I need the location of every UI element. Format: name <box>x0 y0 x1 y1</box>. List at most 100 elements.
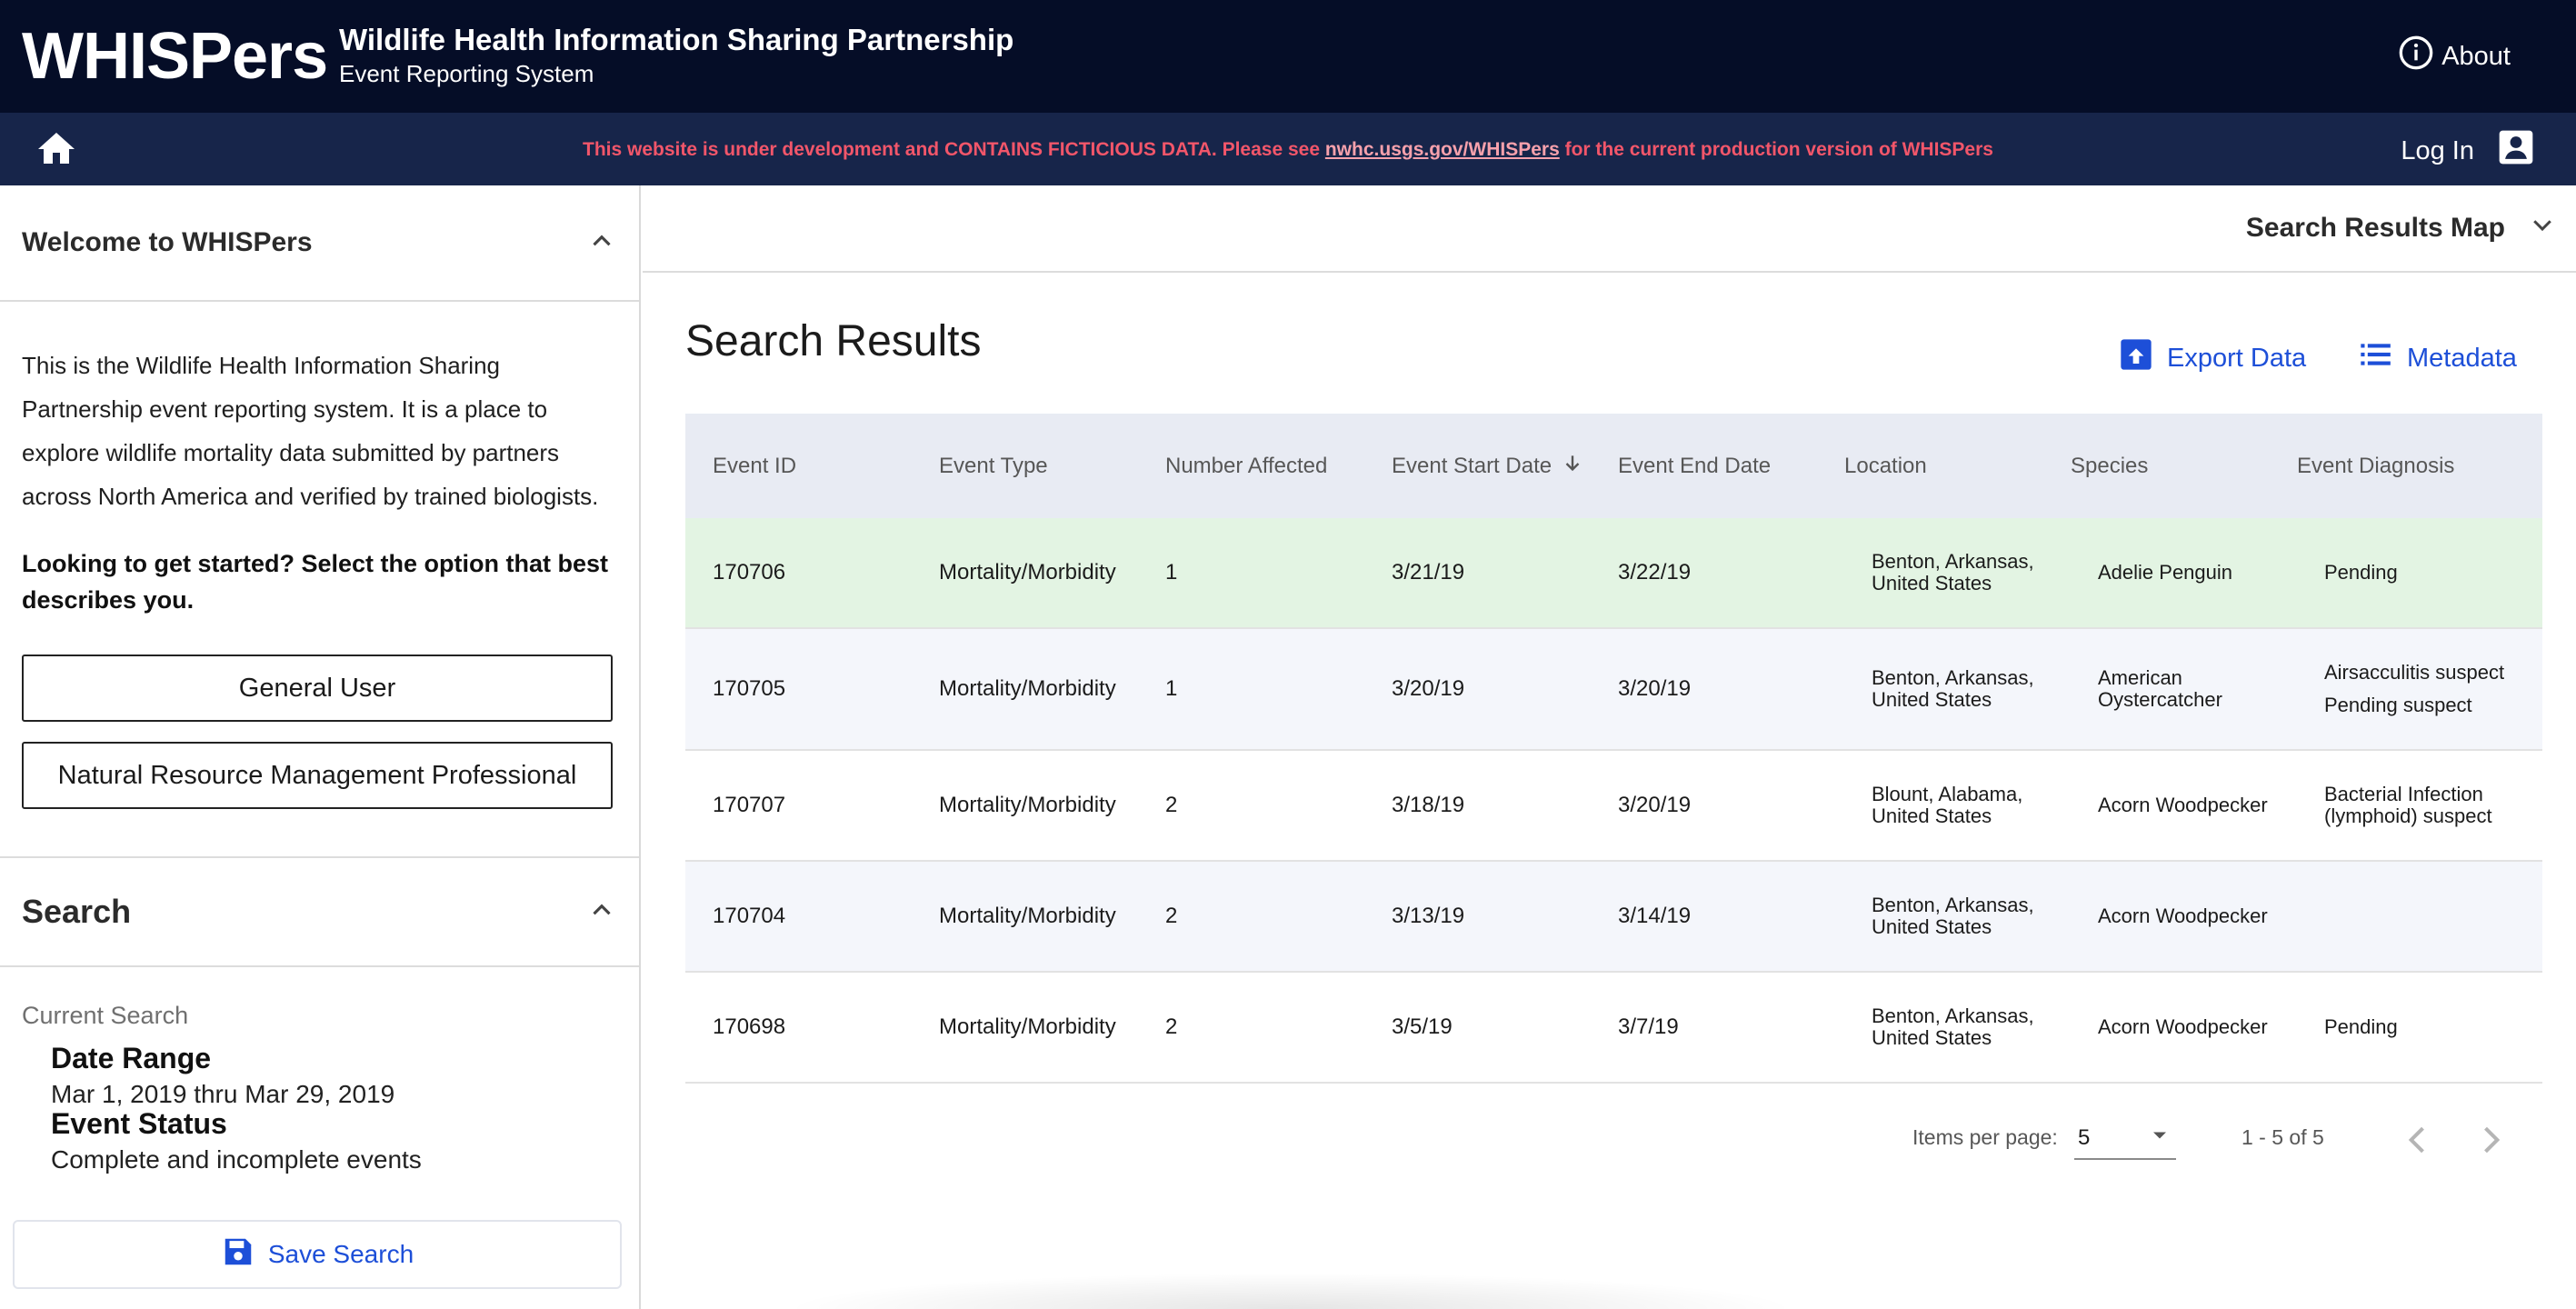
items-per-page-value: 5 <box>2078 1125 2091 1150</box>
cell-start-date: 3/18/19 <box>1392 793 1465 817</box>
event-status-label: Event Status <box>51 1107 227 1140</box>
search-results-table: Event ID Event Type Number Affected Even… <box>685 414 2542 1084</box>
table-row[interactable]: 170706 Mortality/Morbidity 1 3/21/19 3/2… <box>685 518 2542 629</box>
account-box-icon <box>2496 127 2536 175</box>
about-label: About <box>2441 41 2511 71</box>
search-results-title: Search Results <box>685 317 982 365</box>
col-event-diagnosis[interactable]: Event Diagnosis <box>2297 455 2523 477</box>
search-results-map-toggle[interactable]: Search Results Map <box>2246 211 2556 245</box>
app-title: Wildlife Health Information Sharing Part… <box>339 23 1014 56</box>
dropdown-arrow-icon <box>2147 1123 2172 1154</box>
search-title: Search <box>22 893 132 930</box>
cell-event-id: 170706 <box>713 560 786 585</box>
col-event-start-date[interactable]: Event Start Date <box>1392 452 1618 480</box>
cell-number-affected: 2 <box>1165 1014 1178 1039</box>
nrm-professional-button[interactable]: Natural Resource Management Professional <box>22 742 613 809</box>
cell-event-type: Mortality/Morbidity <box>939 904 1116 928</box>
current-search-label: Current Search <box>22 1002 189 1029</box>
items-per-page-label: Items per page: <box>1912 1125 2058 1149</box>
col-event-end-date[interactable]: Event End Date <box>1618 455 1844 477</box>
diagnosis-item: Airsacculitis suspect <box>2324 661 2505 684</box>
save-search-button[interactable]: Save Search <box>13 1220 622 1289</box>
cell-location: Benton, Arkansas, United States <box>1872 894 2034 938</box>
app-subtitle: Event Reporting System <box>339 60 594 87</box>
header-titles: Wildlife Health Information Sharing Part… <box>339 22 1013 89</box>
cell-location: Benton, Arkansas, United States <box>1872 666 2034 711</box>
cell-event-id: 170705 <box>713 676 786 701</box>
next-page-button[interactable] <box>2471 1120 2511 1160</box>
get-started-prompt: Looking to get started? Select the optio… <box>22 550 609 614</box>
app-header: WHISPers Wildlife Health Information Sha… <box>0 0 2576 113</box>
cell-start-date: 3/13/19 <box>1392 904 1465 928</box>
cell-end-date: 3/20/19 <box>1618 676 1692 701</box>
table-row[interactable]: 170707 Mortality/Morbidity 2 3/18/19 3/2… <box>685 751 2542 862</box>
diagnosis-item: Pending suspect <box>2324 694 2472 716</box>
page-range-label: 1 - 5 of 5 <box>2242 1125 2324 1149</box>
scroll-shadow <box>782 1273 1800 1309</box>
about-button[interactable]: About <box>2398 35 2511 78</box>
sidebar: Welcome to WHISPers This is the Wildlife… <box>0 185 641 1309</box>
cell-number-affected: 2 <box>1165 793 1178 817</box>
cell-species: Acorn Woodpecker <box>2098 904 2268 927</box>
col-event-type[interactable]: Event Type <box>939 455 1165 477</box>
login-label: Log In <box>2401 135 2474 165</box>
chevron-left-icon <box>2398 1126 2438 1164</box>
cell-location: Blount, Alabama, United States <box>1872 783 2023 827</box>
map-toggle-label: Search Results Map <box>2245 213 2505 243</box>
col-number-affected[interactable]: Number Affected <box>1165 455 1392 477</box>
cell-number-affected: 2 <box>1165 904 1178 928</box>
cell-diagnosis: Pending <box>2297 562 2523 584</box>
col-species[interactable]: Species <box>2071 455 2297 477</box>
table-row[interactable]: 170704 Mortality/Morbidity 2 3/13/19 3/1… <box>685 862 2542 973</box>
cell-species: Acorn Woodpecker <box>2098 794 2268 816</box>
search-panel-header[interactable]: Search <box>0 856 639 967</box>
welcome-panel-header[interactable]: Welcome to WHISPers <box>0 185 639 302</box>
floppy-disk-icon <box>221 1234 255 1275</box>
chevron-up-icon[interactable] <box>586 894 617 930</box>
cell-event-type: Mortality/Morbidity <box>939 793 1116 817</box>
items-per-page-select[interactable]: 5 <box>2074 1118 2176 1160</box>
chevron-up-icon[interactable] <box>586 225 617 261</box>
notice-suffix: for the current production version of WH… <box>1559 139 1993 160</box>
list-icon <box>2358 336 2394 380</box>
table-row[interactable]: 170705 Mortality/Morbidity 1 3/20/19 3/2… <box>685 629 2542 751</box>
diagnosis-item: Pending <box>2324 561 2398 584</box>
table-row[interactable]: 170698 Mortality/Morbidity 2 3/5/19 3/7/… <box>685 973 2542 1084</box>
arrow-down-icon <box>1561 452 1584 480</box>
cell-event-id: 170704 <box>713 904 786 928</box>
production-link[interactable]: nwhc.usgs.gov/WHISPers <box>1325 139 1560 160</box>
general-user-button[interactable]: General User <box>22 654 613 722</box>
upload-box-icon <box>2118 336 2154 380</box>
cell-diagnosis: Bacterial Infection (lymphoid) suspect <box>2297 784 2523 827</box>
cell-number-affected: 1 <box>1165 676 1178 701</box>
cell-event-type: Mortality/Morbidity <box>939 560 1116 585</box>
metadata-button[interactable]: Metadata <box>2358 336 2517 380</box>
cell-diagnosis: Airsacculitis suspect Pending suspect <box>2297 662 2523 716</box>
previous-page-button[interactable] <box>2398 1120 2438 1160</box>
cell-end-date: 3/7/19 <box>1618 1014 1679 1039</box>
export-data-label: Export Data <box>2167 343 2307 373</box>
map-panel-header: Search Results Map <box>643 185 2576 273</box>
date-range-value: Mar 1, 2019 thru Mar 29, 2019 <box>51 1080 395 1108</box>
export-data-button[interactable]: Export Data <box>2118 336 2306 380</box>
whispers-logo[interactable]: WHISPers <box>22 20 328 93</box>
cell-start-date: 3/21/19 <box>1392 560 1465 585</box>
date-range-label: Date Range <box>51 1042 212 1074</box>
cell-end-date: 3/20/19 <box>1618 793 1692 817</box>
cell-event-type: Mortality/Morbidity <box>939 1014 1116 1039</box>
diagnosis-item: Pending <box>2324 1015 2398 1038</box>
login-button[interactable]: Log In <box>2401 127 2536 175</box>
col-event-id[interactable]: Event ID <box>685 455 939 477</box>
welcome-title: Welcome to WHISPers <box>22 227 313 257</box>
table-header: Event ID Event Type Number Affected Even… <box>685 414 2542 518</box>
cell-species: American Oystercatcher <box>2098 666 2222 711</box>
cell-species: Acorn Woodpecker <box>2098 1015 2268 1038</box>
col-location[interactable]: Location <box>1844 455 2071 477</box>
cell-start-date: 3/5/19 <box>1392 1014 1453 1039</box>
chevron-right-icon <box>2471 1126 2511 1164</box>
cell-end-date: 3/14/19 <box>1618 904 1692 928</box>
metadata-label: Metadata <box>2407 343 2517 373</box>
info-circle-icon <box>2398 35 2434 78</box>
paginator: Items per page: 5 1 - 5 of 5 <box>685 1116 2542 1167</box>
cell-event-type: Mortality/Morbidity <box>939 676 1116 701</box>
